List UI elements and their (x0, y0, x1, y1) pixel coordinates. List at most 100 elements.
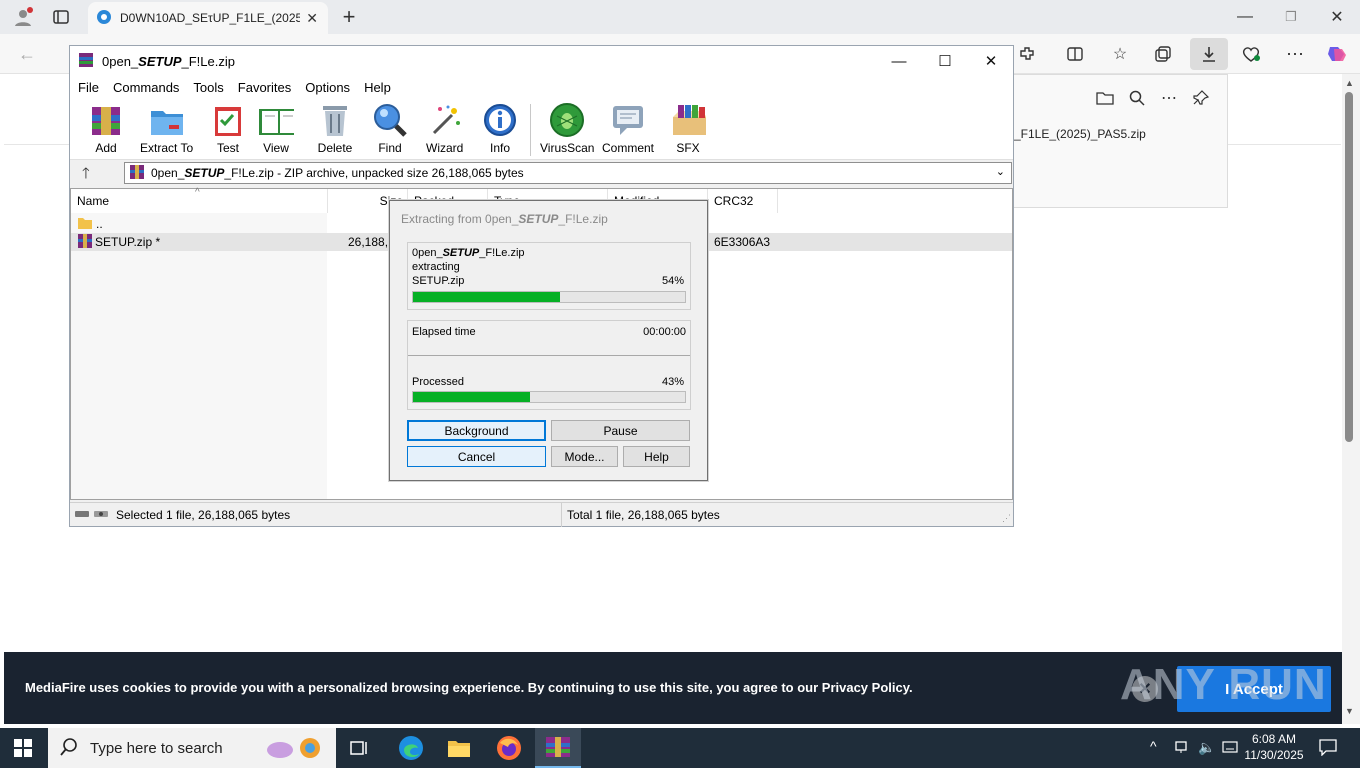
close-browser-icon[interactable]: ✕ (1322, 2, 1352, 32)
edge-icon (399, 736, 423, 760)
search-highlight-icon (264, 735, 328, 764)
archive-small-icon (129, 164, 145, 183)
winrar-title: 0pen_SETUP_F!Le.zip (102, 53, 235, 69)
new-tab-icon[interactable]: + (334, 2, 364, 32)
minimize-winrar-icon[interactable]: — (876, 46, 922, 76)
up-folder-icon[interactable]: 🡑 (82, 163, 90, 188)
taskbar-search[interactable]: Type here to search (48, 728, 336, 768)
view-book-icon (258, 102, 294, 138)
winrar-taskbar-icon (546, 737, 570, 757)
taskbar-edge[interactable] (388, 728, 434, 768)
taskbar-file-explorer[interactable] (436, 728, 482, 768)
sort-arrow-icon: ^ (195, 187, 200, 198)
help-button[interactable]: Help (623, 446, 690, 467)
clock-time: 6:08 AM (1251, 732, 1297, 746)
column-crc32[interactable]: CRC32 (708, 189, 778, 213)
downloads-more-icon[interactable]: ⋯ (1154, 83, 1184, 113)
taskbar-winrar[interactable] (535, 728, 581, 768)
downloads-icon[interactable] (1190, 38, 1228, 70)
wizard-button[interactable]: Wizard (426, 102, 463, 158)
chevron-down-icon[interactable]: ⌄ (996, 165, 1005, 178)
status-right: Total 1 file, 26,188,065 bytes (567, 508, 720, 522)
notifications-icon[interactable] (1318, 738, 1338, 759)
winrar-toolbar: Add Extract To Test View Delete Find Wiz… (70, 98, 1013, 160)
delete-button[interactable]: Delete (317, 102, 353, 158)
task-view-icon (350, 741, 367, 755)
close-tab-icon[interactable]: ✕ (306, 10, 318, 27)
menu-options[interactable]: Options (305, 80, 350, 95)
resize-grip-icon[interactable]: ⋰ (1002, 513, 1011, 524)
menu-file[interactable]: File (78, 80, 99, 95)
archive-name: 0pen_SETUP_F!Le.zip (412, 247, 525, 259)
add-icon (88, 102, 124, 138)
comment-button[interactable]: Comment (602, 102, 654, 158)
download-item-name[interactable]: _F1LE_(2025)_PAS5.zip (1014, 127, 1146, 141)
open-folder-icon[interactable] (1090, 83, 1120, 113)
menu-help[interactable]: Help (364, 80, 391, 95)
elapsed-label: Elapsed time (412, 326, 476, 338)
taskbar-firefox[interactable] (486, 728, 532, 768)
path-text: 0pen_SETUP_F!Le.zip - ZIP archive, unpac… (151, 166, 524, 180)
mode-button[interactable]: Mode... (551, 446, 618, 467)
virusscan-button[interactable]: VirusScan (540, 102, 594, 158)
menu-tools[interactable]: Tools (193, 80, 223, 95)
close-winrar-icon[interactable]: ✕ (968, 46, 1014, 76)
browser-tab[interactable]: D0WN10AD_SEτUP_F1LE_(2025)_ ✕ (88, 2, 328, 34)
extract-to-button[interactable]: Extract To (140, 102, 193, 158)
downloads-panel: ⋯ _F1LE_(2025)_PAS5.zip (1014, 74, 1228, 208)
favorites-icon[interactable]: ☆ (1105, 39, 1135, 69)
volume-icon[interactable]: 🔈 (1198, 739, 1215, 756)
tab-actions-icon[interactable] (46, 2, 76, 32)
sfx-box-icon (670, 102, 706, 138)
background-button[interactable]: Background (407, 420, 546, 441)
restore-browser-icon[interactable]: ❐ (1276, 2, 1306, 32)
back-icon[interactable]: ← (12, 39, 42, 69)
menu-commands[interactable]: Commands (113, 80, 179, 95)
browser-essentials-icon[interactable] (1236, 39, 1266, 69)
start-button[interactable] (0, 728, 46, 768)
profile-icon[interactable] (8, 2, 38, 32)
row-size: 26,188,0 (348, 235, 395, 249)
drive-icon (74, 508, 110, 523)
column-name[interactable]: Name ^ (71, 187, 328, 213)
row-name: .. (96, 217, 103, 231)
test-button[interactable]: Test (210, 102, 246, 158)
view-button[interactable]: View (258, 102, 294, 158)
dialog-title[interactable]: Extracting from 0pen_ SETUP _F!Le.zip (390, 201, 707, 237)
scrollbar-thumb[interactable] (1345, 92, 1353, 442)
tray-overflow-icon[interactable]: ^ (1150, 738, 1157, 754)
scroll-up-icon[interactable]: ▲ (1345, 78, 1354, 88)
info-icon (482, 102, 518, 138)
network-icon[interactable] (1174, 739, 1192, 758)
menu-favorites[interactable]: Favorites (238, 80, 291, 95)
windows-icon (14, 739, 32, 757)
find-button[interactable]: Find (372, 102, 408, 158)
processed-progress-bar (412, 391, 686, 403)
cancel-button[interactable]: Cancel (407, 446, 546, 467)
more-options-icon[interactable]: ⋯ (1280, 39, 1310, 69)
add-button[interactable]: Add (88, 102, 124, 158)
path-dropdown[interactable]: 0pen_SETUP_F!Le.zip - ZIP archive, unpac… (124, 162, 1012, 184)
tab-title: D0WN10AD_SEτUP_F1LE_(2025)_ (120, 11, 301, 25)
minimize-browser-icon[interactable]: — (1230, 2, 1260, 32)
sfx-button[interactable]: SFX (670, 102, 706, 158)
test-clipboard-icon (210, 102, 246, 138)
collections-icon[interactable] (1148, 39, 1178, 69)
keyboard-icon[interactable] (1222, 739, 1238, 758)
info-button[interactable]: Info (482, 102, 518, 158)
split-screen-icon[interactable] (1060, 39, 1090, 69)
search-icon (60, 737, 78, 759)
file-progress-group: 0pen_SETUP_F!Le.zip extracting SETUP.zip… (407, 242, 691, 310)
task-view-button[interactable] (337, 728, 383, 768)
pin-icon[interactable] (1186, 83, 1216, 113)
maximize-winrar-icon[interactable]: ☐ (922, 46, 968, 76)
winrar-titlebar[interactable]: 0pen_SETUP_F!Le.zip — ☐ ✕ (70, 46, 1013, 76)
browser-tab-bar: D0WN10AD_SEτUP_F1LE_(2025)_ ✕ + — ❐ ✕ (0, 0, 1360, 34)
scroll-down-icon[interactable]: ▼ (1345, 706, 1354, 716)
processed-percent: 43% (661, 376, 684, 388)
extensions-icon[interactable] (1012, 39, 1042, 69)
taskbar-clock[interactable]: 6:08 AM 11/30/2025 (1240, 731, 1308, 763)
search-downloads-icon[interactable] (1122, 83, 1152, 113)
copilot-icon[interactable] (1322, 39, 1352, 69)
pause-button[interactable]: Pause (551, 420, 690, 441)
